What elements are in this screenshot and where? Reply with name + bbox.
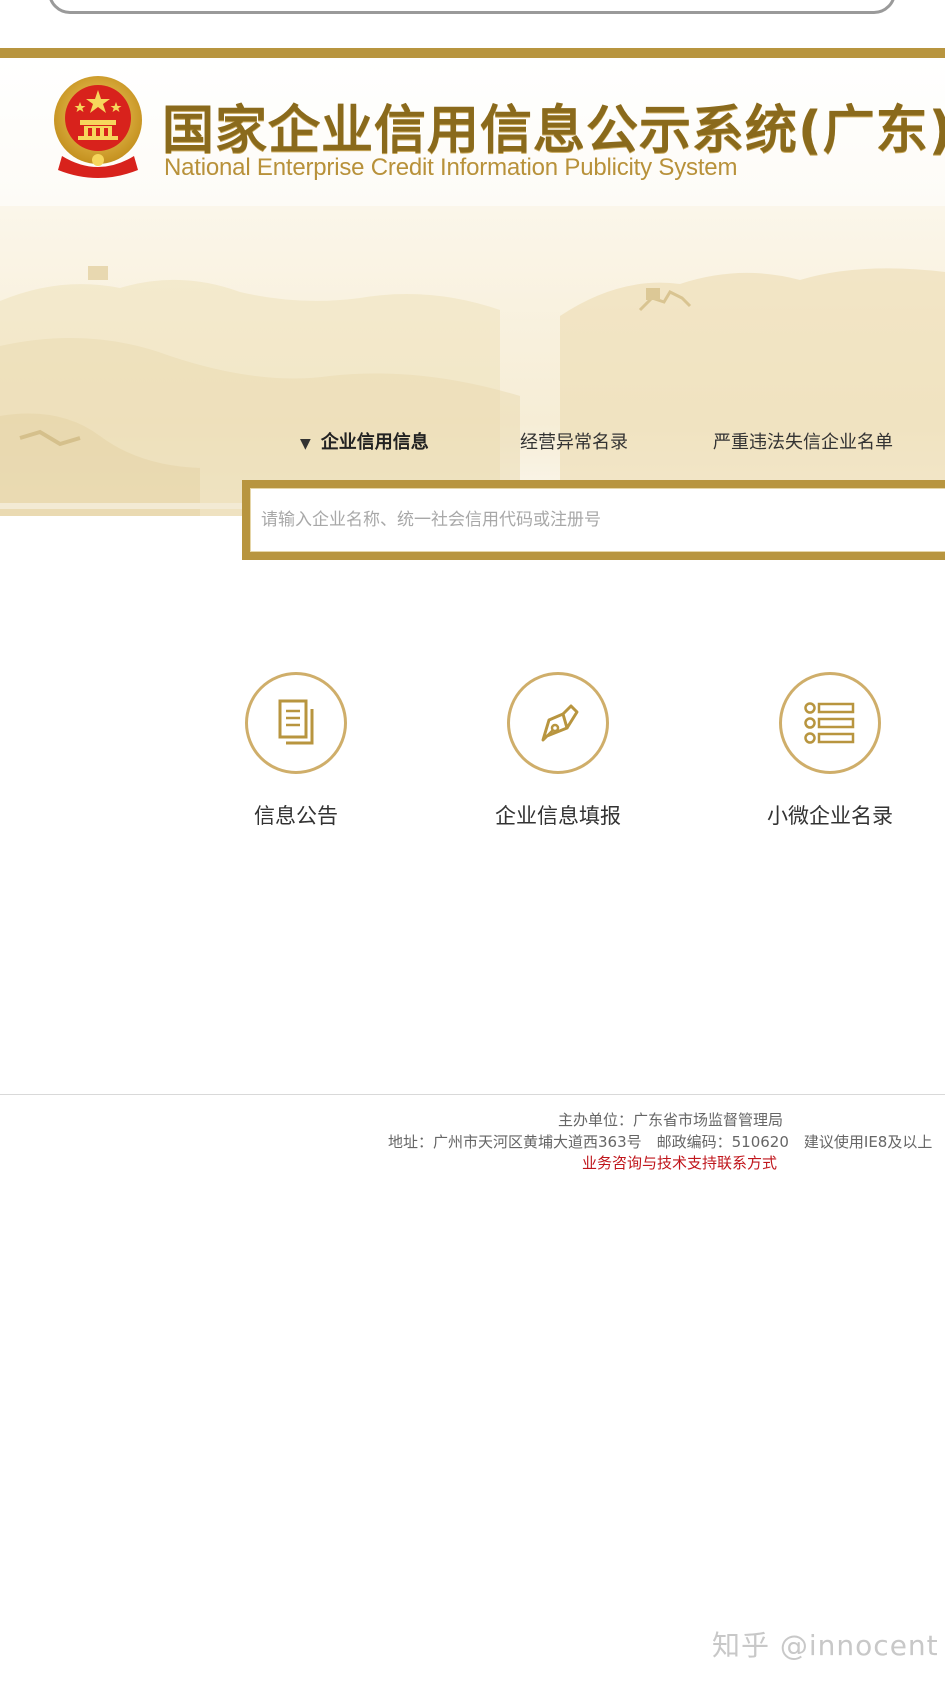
quick-link-info-announcement[interactable]: 信息公告 [196, 672, 396, 830]
tab-enterprise-credit-info[interactable]: ▼ 企业信用信息 [300, 428, 429, 454]
triangle-down-icon: ▼ [300, 436, 311, 452]
tab-serious-violation-list[interactable]: 严重违法失信企业名单 [713, 428, 893, 454]
tab-label: 企业信用信息 [320, 432, 429, 453]
quick-links: 信息公告 企业信息填报 小微企业名录 [0, 672, 945, 852]
great-wall-illustration [0, 266, 945, 516]
search-box [242, 480, 945, 560]
list-icon [804, 702, 855, 744]
great-wall-banner [0, 206, 945, 516]
quick-link-label: 信息公告 [254, 804, 338, 828]
site-title-english: National Enterprise Credit Information P… [164, 154, 738, 181]
quick-link-circle [507, 672, 609, 774]
browser-address-bar[interactable] [48, 0, 896, 14]
tab-label: 经营异常名录 [520, 432, 628, 453]
quick-link-circle [245, 672, 347, 774]
footer-address: 地址：广州市天河区黄埔大道西363号 邮政编码：510620 建议使用IE8及以… [388, 1133, 933, 1151]
quick-link-small-micro-enterprise-list[interactable]: 小微企业名录 [730, 672, 930, 830]
header-top-border [0, 48, 945, 58]
quick-link-enterprise-info-report[interactable]: 企业信息填报 [458, 672, 658, 830]
pen-nib-icon [541, 704, 579, 742]
site-title-chinese: 国家企业信用信息公示系统(广东) [162, 101, 945, 161]
quick-link-circle [779, 672, 881, 774]
footer-contact-link[interactable]: 业务咨询与技术支持联系方式 [582, 1152, 777, 1173]
footer-sponsor: 主办单位：广东省市场监督管理局 [558, 1111, 784, 1129]
national-emblem-icon [54, 76, 142, 178]
search-tabs: ▼ 企业信用信息 经营异常名录 严重违法失信企业名单 [0, 428, 945, 458]
zhihu-watermark: 知乎 @innocent [712, 1629, 939, 1662]
tab-abnormal-operation-list[interactable]: 经营异常名录 [520, 428, 628, 454]
tab-label: 严重违法失信企业名单 [713, 432, 893, 453]
search-input[interactable] [251, 489, 945, 551]
quick-link-label: 小微企业名录 [767, 804, 893, 828]
document-icon [278, 699, 314, 745]
search-input-wrapper [250, 488, 945, 552]
footer-divider [0, 1094, 945, 1095]
site-header: 国家企业信用信息公示系统(广东) National Enterprise Cre… [0, 58, 945, 206]
quick-link-label: 企业信息填报 [495, 804, 621, 828]
